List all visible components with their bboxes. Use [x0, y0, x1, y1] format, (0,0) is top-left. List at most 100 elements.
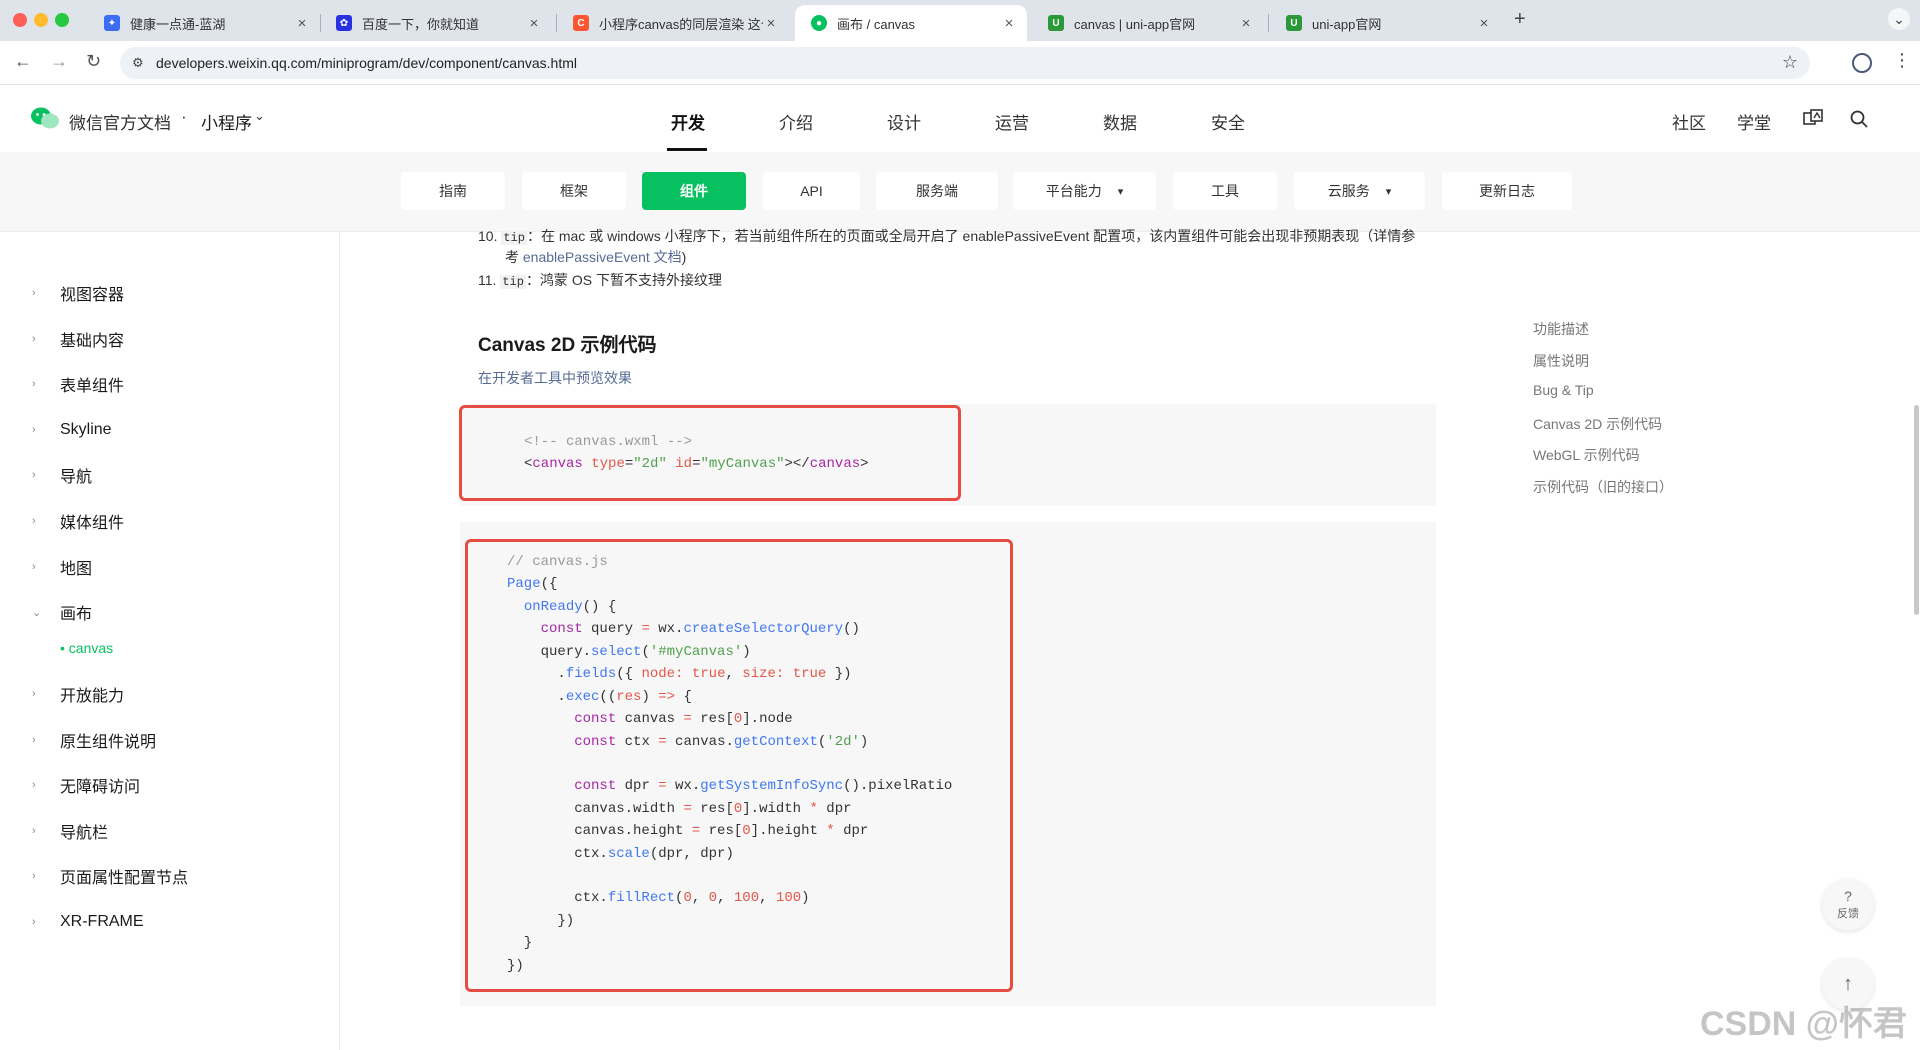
subnav-api[interactable]: API [763, 172, 860, 210]
highlight-frame [465, 539, 1013, 992]
tab-close-icon[interactable]: × [294, 15, 310, 32]
search-icon[interactable] [1849, 109, 1869, 129]
nav-design[interactable]: 设计 [887, 109, 921, 134]
feedback-button[interactable]: ? 反馈 [1822, 879, 1874, 931]
sidebar-item-label: 导航栏 [60, 825, 109, 842]
url-omnibox[interactable]: ⚙ developers.weixin.qq.com/miniprogram/d… [120, 47, 1810, 79]
forward-arrow-icon[interactable]: → [50, 51, 68, 72]
reload-icon[interactable]: ↻ [86, 51, 101, 72]
browser-tab[interactable]: ✿ 百度一下，你就知道 × [320, 5, 552, 41]
sidebar-item-accessibility[interactable]: › 无障碍访问 [32, 773, 140, 797]
subnav-cloud[interactable]: 云服务 ▾ [1294, 172, 1425, 210]
tab-close-icon[interactable]: × [1238, 15, 1254, 32]
subnav-label: 组件 [680, 183, 708, 199]
browser-menu-icon[interactable]: ⋮ [1893, 50, 1911, 71]
sidebar-item-label: 导航 [60, 469, 93, 486]
sidebar-item-navbar[interactable]: › 导航栏 [32, 819, 108, 843]
back-arrow-icon[interactable]: ← [14, 51, 32, 72]
sidebar-item-navigation[interactable]: › 导航 [32, 463, 92, 487]
enable-passive-event-doc-link[interactable]: enablePassiveEvent 文档 [523, 249, 682, 265]
toc-item[interactable]: Bug & Tip [1533, 382, 1594, 398]
tab-favicon-icon: ✦ [104, 15, 120, 31]
tab-close-icon[interactable]: × [526, 15, 542, 32]
sidebar-item-canvas-group[interactable]: ⌄ 画布 [32, 600, 92, 624]
preview-in-devtools-link[interactable]: 在开发者工具中预览效果 [478, 368, 632, 388]
chevron-right-icon: › [32, 870, 36, 882]
browser-tab[interactable]: U uni-app官网 × [1270, 5, 1502, 41]
watermark: CSDN @怀君 [1700, 1005, 1907, 1043]
list-number: 10. [478, 228, 498, 244]
sidebar-item-open-ability[interactable]: › 开放能力 [32, 682, 124, 706]
sidebar-item-native-components[interactable]: › 原生组件说明 [32, 728, 156, 752]
subnav-label: 工具 [1211, 183, 1239, 199]
chevron-down-icon[interactable]: ⌄ [254, 108, 265, 124]
tab-close-icon[interactable]: × [1001, 15, 1017, 32]
toc-item[interactable]: 功能描述 [1533, 319, 1589, 339]
nav-security[interactable]: 安全 [1211, 109, 1245, 134]
toc-item[interactable]: 属性说明 [1533, 351, 1589, 371]
sidebar-item-media[interactable]: › 媒体组件 [32, 509, 124, 533]
subnav-guide[interactable]: 指南 [401, 172, 505, 210]
site-settings-icon[interactable]: ⚙ [132, 55, 144, 71]
inline-code: tip [501, 231, 527, 245]
logo-text[interactable]: 微信官方文档 [69, 109, 171, 134]
profile-avatar-icon[interactable] [1852, 53, 1872, 73]
tab-close-icon[interactable]: × [1476, 15, 1492, 32]
toc-item[interactable]: WebGL 示例代码 [1533, 445, 1640, 465]
chevron-right-icon: › [32, 779, 36, 791]
subnav-components[interactable]: 组件 [642, 172, 746, 210]
tip-item-10-cont: 考 enablePassiveEvent 文档) [505, 247, 686, 267]
subnav-tools[interactable]: 工具 [1173, 172, 1277, 210]
tab-title: 百度一下，你就知道 [362, 16, 480, 32]
sidebar-item-label: 开放能力 [60, 688, 125, 705]
sidebar-item-map[interactable]: › 地图 [32, 555, 92, 579]
sidebar-item-view-container[interactable]: › 视图容器 [32, 281, 124, 305]
nav-academy[interactable]: 学堂 [1737, 109, 1771, 134]
chevron-right-icon: › [32, 424, 36, 436]
question-icon: ? [1844, 888, 1852, 904]
nav-intro[interactable]: 介绍 [779, 109, 813, 134]
browser-tab[interactable]: ✦ 健康一点通-蓝湖 × [88, 5, 320, 41]
sidebar-item-basic-content[interactable]: › 基础内容 [32, 327, 124, 351]
window-close-button[interactable] [13, 13, 27, 27]
browser-tab[interactable]: U canvas | uni-app官网 × [1032, 5, 1264, 41]
sidebar-item-label: 表单组件 [60, 378, 125, 395]
nav-operation[interactable]: 运营 [995, 109, 1029, 134]
browser-tab[interactable]: C 小程序canvas的同层渲染 这个 × [557, 5, 789, 41]
toc-item[interactable]: Canvas 2D 示例代码 [1533, 414, 1662, 434]
new-tab-icon[interactable]: + [1514, 8, 1526, 31]
tab-search-chevron-icon[interactable]: ⌄ [1888, 8, 1910, 30]
sidebar-subitem-canvas[interactable]: • canvas [60, 640, 113, 656]
sidebar-item-xr-frame[interactable]: › XR-FRAME [32, 910, 144, 934]
subnav-changelog[interactable]: 更新日志 [1442, 172, 1572, 210]
tab-title: 健康一点通-蓝湖 [130, 16, 226, 32]
subnav-framework[interactable]: 框架 [522, 172, 626, 210]
sidebar-item-skyline[interactable]: › Skyline [32, 418, 112, 442]
subnav-server[interactable]: 服务端 [876, 172, 998, 210]
tab-title: 小程序canvas的同层渲染 这个 [599, 16, 763, 32]
tab-title: uni-app官网 [1312, 16, 1382, 32]
inline-code: tip [500, 275, 526, 289]
translate-icon[interactable] [1802, 108, 1824, 130]
nav-data[interactable]: 数据 [1103, 109, 1137, 134]
page-scrollbar[interactable] [1914, 405, 1919, 615]
sidebar-item-label: XR-FRAME [60, 913, 144, 930]
nav-community[interactable]: 社区 [1672, 109, 1706, 134]
bookmark-star-icon[interactable]: ☆ [1782, 52, 1798, 73]
subnav-platform[interactable]: 平台能力 ▾ [1013, 172, 1156, 210]
nav-develop[interactable]: 开发 [671, 109, 705, 134]
sidebar-item-form[interactable]: › 表单组件 [32, 372, 124, 396]
product-switcher[interactable]: 小程序 [201, 109, 252, 134]
browser-tab-active[interactable]: ● 画布 / canvas × [795, 5, 1027, 41]
url-text[interactable]: developers.weixin.qq.com/miniprogram/dev… [156, 55, 577, 71]
chevron-right-icon: › [32, 734, 36, 746]
sidebar-item-page-meta[interactable]: › 页面属性配置节点 [32, 864, 188, 888]
toc-item[interactable]: 示例代码（旧的接口） [1533, 477, 1673, 497]
site-header: 微信官方文档 · 小程序 ⌄ 开发 介绍 设计 运营 数据 安全 社区 学堂 [0, 86, 1920, 152]
sidebar-item-label: 原生组件说明 [60, 734, 157, 751]
wechat-logo-icon[interactable] [30, 106, 60, 130]
tab-close-icon[interactable]: × [763, 15, 779, 32]
window-minimize-button[interactable] [34, 13, 48, 27]
window-zoom-button[interactable] [55, 13, 69, 27]
section-heading-canvas-2d: Canvas 2D 示例代码 [478, 335, 657, 356]
